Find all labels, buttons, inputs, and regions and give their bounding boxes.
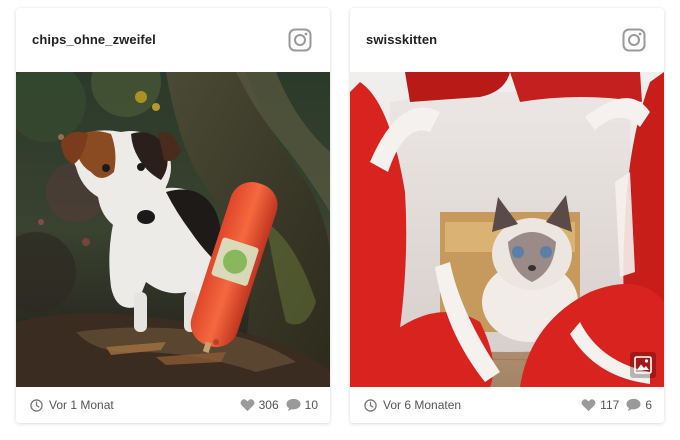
likes-count: 117 [600,398,620,412]
clock-icon [30,398,43,412]
post-time: Vor 6 Monaten [364,398,461,412]
kitten-photo [350,72,664,387]
dog-photo [16,72,330,387]
post-stats: 306 10 [240,398,318,412]
instagram-icon[interactable] [622,28,646,52]
post-image[interactable] [16,72,330,387]
post-time: Vor 1 Monat [30,398,114,412]
photo-badge [630,352,656,378]
image-gallery-icon [634,356,652,374]
post-footer: Vor 6 Monaten 117 6 [350,387,664,423]
post-card[interactable]: chips_ohne_zweifel Vor 1 Monat 306 10 [16,8,330,423]
post-footer: Vor 1 Monat 306 10 [16,387,330,423]
post-stats: 117 6 [581,398,652,412]
likes-count: 306 [258,398,279,412]
comment-icon[interactable] [286,398,301,412]
instagram-icon[interactable] [288,28,312,52]
post-image[interactable] [350,72,664,387]
heart-icon[interactable] [581,398,596,412]
clock-icon [364,398,377,412]
post-card[interactable]: swisskitten Vor 6 Monaten 117 6 [350,8,664,423]
post-time-text: Vor 6 Monaten [383,398,462,412]
comments-count: 10 [304,398,318,412]
post-time-text: Vor 1 Monat [49,398,114,412]
post-username[interactable]: swisskitten [366,32,437,47]
heart-icon[interactable] [240,398,255,412]
comments-count: 6 [645,398,652,412]
post-header: swisskitten [350,8,664,72]
post-header: chips_ohne_zweifel [16,8,330,72]
post-username[interactable]: chips_ohne_zweifel [32,32,156,47]
comment-icon[interactable] [626,398,641,412]
